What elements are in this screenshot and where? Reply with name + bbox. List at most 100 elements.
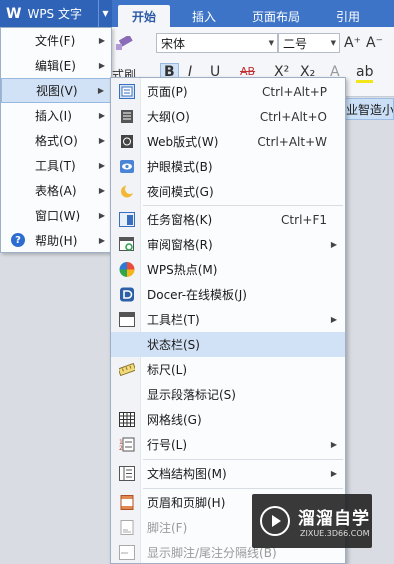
web-layout-icon — [121, 135, 133, 148]
chevron-right-icon: ▶ — [330, 240, 337, 249]
menu-item-shortcut: Ctrl+Alt+O — [259, 109, 327, 124]
menu-item-label: WPS热点(M) — [147, 263, 218, 277]
menu-item-label: 工具(T) — [35, 159, 76, 173]
menu-item-label: 编辑(E) — [35, 59, 76, 73]
chevron-down-icon: ▼ — [268, 39, 274, 47]
watermark-url: ZIXUE.3D66.COM — [300, 529, 370, 538]
chevron-right-icon: ▶ — [98, 161, 105, 170]
footnote-separator-icon — [119, 545, 135, 560]
menu-item-shortcut: Ctrl+F1 — [281, 212, 327, 227]
wps-app-menu-button[interactable]: W WPS 文字 ▼ — [0, 0, 112, 27]
menu-item-table[interactable]: 表格(A) ▶ — [1, 178, 111, 203]
menu-item-web-layout[interactable]: Web版式(W) Ctrl+Alt+W — [111, 129, 345, 154]
menu-item-label: 表格(A) — [35, 184, 77, 198]
format-painter-icon[interactable] — [114, 36, 134, 52]
grow-font-icon[interactable]: A⁺ — [344, 35, 361, 51]
menu-item-format[interactable]: 格式(O) ▶ — [1, 128, 111, 153]
menu-item-toolbar[interactable]: 工具栏(T) ▶ — [111, 307, 345, 332]
header-footer-icon — [120, 495, 134, 510]
chevron-right-icon: ▶ — [98, 111, 105, 120]
wps-logo-icon: W — [6, 5, 22, 22]
menu-item-paragraph-marks[interactable]: 显示段落标记(S) — [111, 382, 345, 407]
menu-item-label: 插入(I) — [35, 109, 72, 123]
menu-item-eye-protect[interactable]: 护眼模式(B) — [111, 154, 345, 179]
menu-item-label: 帮助(H) — [35, 234, 78, 248]
chevron-right-icon: ▶ — [98, 36, 105, 45]
main-menu: 文件(F) ▶ 编辑(E) ▶ 视图(V) ▶ 插入(I) ▶ 格式(O) ▶ … — [0, 27, 112, 253]
menu-item-task-pane[interactable]: 任务窗格(K) Ctrl+F1 — [111, 207, 345, 232]
wps-hotspot-icon — [119, 262, 135, 277]
menu-item-window[interactable]: 窗口(W) ▶ — [1, 203, 111, 228]
menu-item-label: 大纲(O) — [147, 110, 190, 124]
review-pane-icon — [119, 237, 134, 251]
menu-item-label: Docer-在线模板(J) — [147, 288, 247, 302]
menu-item-label: 格式(O) — [35, 134, 78, 148]
docer-icon — [120, 287, 134, 302]
menu-item-shortcut: Ctrl+Alt+W — [257, 134, 327, 149]
chevron-down-icon[interactable]: ▼ — [98, 0, 112, 27]
watermark-logo: 溜溜自学 ZIXUE.3D66.COM — [252, 494, 372, 548]
menu-item-label: 工具栏(T) — [147, 313, 200, 327]
page-view-icon — [119, 84, 135, 99]
font-size-select[interactable]: 二号 ▼ — [278, 33, 340, 53]
tab-page-layout[interactable]: 页面布局 — [238, 5, 314, 27]
menu-item-label: 状态栏(S) — [147, 338, 200, 352]
night-mode-icon — [121, 184, 135, 198]
chevron-right-icon: ▶ — [330, 315, 337, 324]
eye-protect-icon — [120, 160, 134, 173]
line-number-icon: 12 — [119, 437, 135, 452]
view-submenu: 页面(P) Ctrl+Alt+P 大纲(O) Ctrl+Alt+O Web版式(… — [110, 77, 346, 564]
task-pane-icon — [119, 212, 135, 227]
menu-item-docer[interactable]: Docer-在线模板(J) — [111, 282, 345, 307]
menu-item-outline[interactable]: 大纲(O) Ctrl+Alt+O — [111, 104, 345, 129]
shrink-font-icon[interactable]: A⁻ — [366, 35, 383, 51]
menu-separator — [143, 459, 343, 460]
tab-references[interactable]: 引用 — [322, 5, 374, 27]
menu-item-label: 护眼模式(B) — [147, 160, 213, 174]
menu-item-shortcut: Ctrl+Alt+P — [262, 84, 327, 99]
menu-item-label: 脚注(F) — [147, 521, 188, 535]
play-icon — [272, 515, 281, 527]
menu-item-help[interactable]: ? 帮助(H) ▶ — [1, 228, 111, 253]
menu-item-label: Web版式(W) — [147, 135, 219, 149]
menu-item-review-pane[interactable]: 审阅窗格(R) ▶ — [111, 232, 345, 257]
menu-item-tools[interactable]: 工具(T) ▶ — [1, 153, 111, 178]
menu-item-label: 页面(P) — [147, 85, 188, 99]
highlight-icon[interactable]: ab — [356, 64, 374, 83]
menu-item-insert[interactable]: 插入(I) ▶ — [1, 103, 111, 128]
title-bar: W WPS 文字 ▼ 开始 插入 页面布局 引用 — [0, 0, 394, 27]
tab-home[interactable]: 开始 — [118, 5, 171, 27]
footnote-icon — [120, 520, 134, 535]
menu-item-ruler[interactable]: 标尺(L) — [111, 357, 345, 382]
menu-item-label: 审阅窗格(R) — [147, 238, 213, 252]
watermark-title: 溜溜自学 — [298, 509, 370, 529]
ribbon-partial-button[interactable]: 业智造小 — [342, 98, 394, 120]
menu-item-label: 视图(V) — [36, 84, 78, 98]
menu-item-view[interactable]: 视图(V) ▶ — [1, 78, 111, 103]
menu-item-status-bar[interactable]: 状态栏(S) — [111, 332, 345, 357]
help-icon: ? — [11, 233, 25, 247]
menu-item-document-map[interactable]: 文档结构图(M) ▶ — [111, 461, 345, 486]
menu-item-gridlines[interactable]: 网格线(G) — [111, 407, 345, 432]
menu-item-label: 网格线(G) — [147, 413, 202, 427]
menu-item-label: 文件(F) — [35, 34, 76, 48]
menu-item-label: 夜间模式(G) — [147, 185, 214, 199]
menu-item-edit[interactable]: 编辑(E) ▶ — [1, 53, 111, 78]
doc-map-icon — [119, 466, 135, 481]
chevron-right-icon: ▶ — [330, 469, 337, 478]
chevron-right-icon: ▶ — [98, 186, 105, 195]
menu-item-line-numbers[interactable]: 12 行号(L) ▶ — [111, 432, 345, 457]
menu-item-page-view[interactable]: 页面(P) Ctrl+Alt+P — [111, 79, 345, 104]
toolbar-icon — [119, 312, 135, 327]
menu-item-night-mode[interactable]: 夜间模式(G) — [111, 179, 345, 204]
gridlines-icon — [119, 412, 135, 427]
chevron-right-icon: ▶ — [98, 211, 105, 220]
menu-item-wps-hotspot[interactable]: WPS热点(M) — [111, 257, 345, 282]
menu-separator — [143, 205, 343, 206]
font-name-select[interactable]: 宋体 ▼ — [156, 33, 278, 53]
outline-icon — [121, 110, 133, 123]
tab-insert[interactable]: 插入 — [178, 5, 230, 27]
menu-item-label: 标尺(L) — [147, 363, 188, 377]
menu-item-file[interactable]: 文件(F) ▶ — [1, 28, 111, 53]
menu-item-label: 窗口(W) — [35, 209, 81, 223]
